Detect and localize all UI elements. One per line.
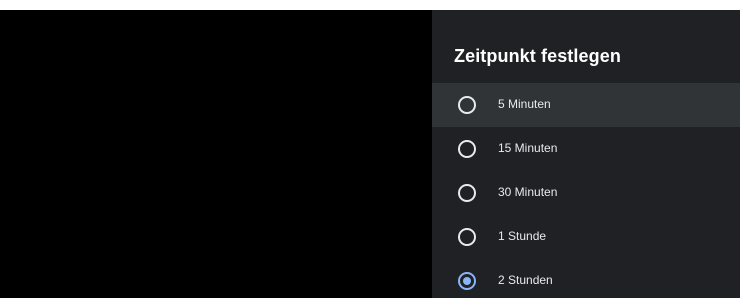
option-label: 30 Minuten [498,185,558,199]
radio-unchecked-icon[interactable] [458,96,476,114]
option-label: 1 Stunde [498,229,547,243]
panel-title: Zeitpunkt festlegen [454,46,621,66]
option-label: 5 Minuten [498,97,551,111]
option-list: 5 Minuten 15 Minuten 30 Minuten 1 Stunde… [432,83,740,298]
option-label: 2 Stunden [498,273,553,287]
option-label: 15 Minuten [498,141,558,155]
tv-screen: Zeitpunkt festlegen 5 Minuten 15 Minuten… [0,10,740,298]
option-5-minutes[interactable]: 5 Minuten [432,83,740,127]
radio-unchecked-icon[interactable] [458,228,476,246]
radio-checked-icon[interactable] [458,272,476,290]
option-1-hour[interactable]: 1 Stunde [432,215,740,259]
radio-unchecked-icon[interactable] [458,184,476,202]
option-30-minutes[interactable]: 30 Minuten [432,171,740,215]
option-2-hours[interactable]: 2 Stunden [432,259,740,298]
radio-unchecked-icon[interactable] [458,140,476,158]
side-panel: Zeitpunkt festlegen 5 Minuten 15 Minuten… [432,10,740,298]
option-15-minutes[interactable]: 15 Minuten [432,127,740,171]
